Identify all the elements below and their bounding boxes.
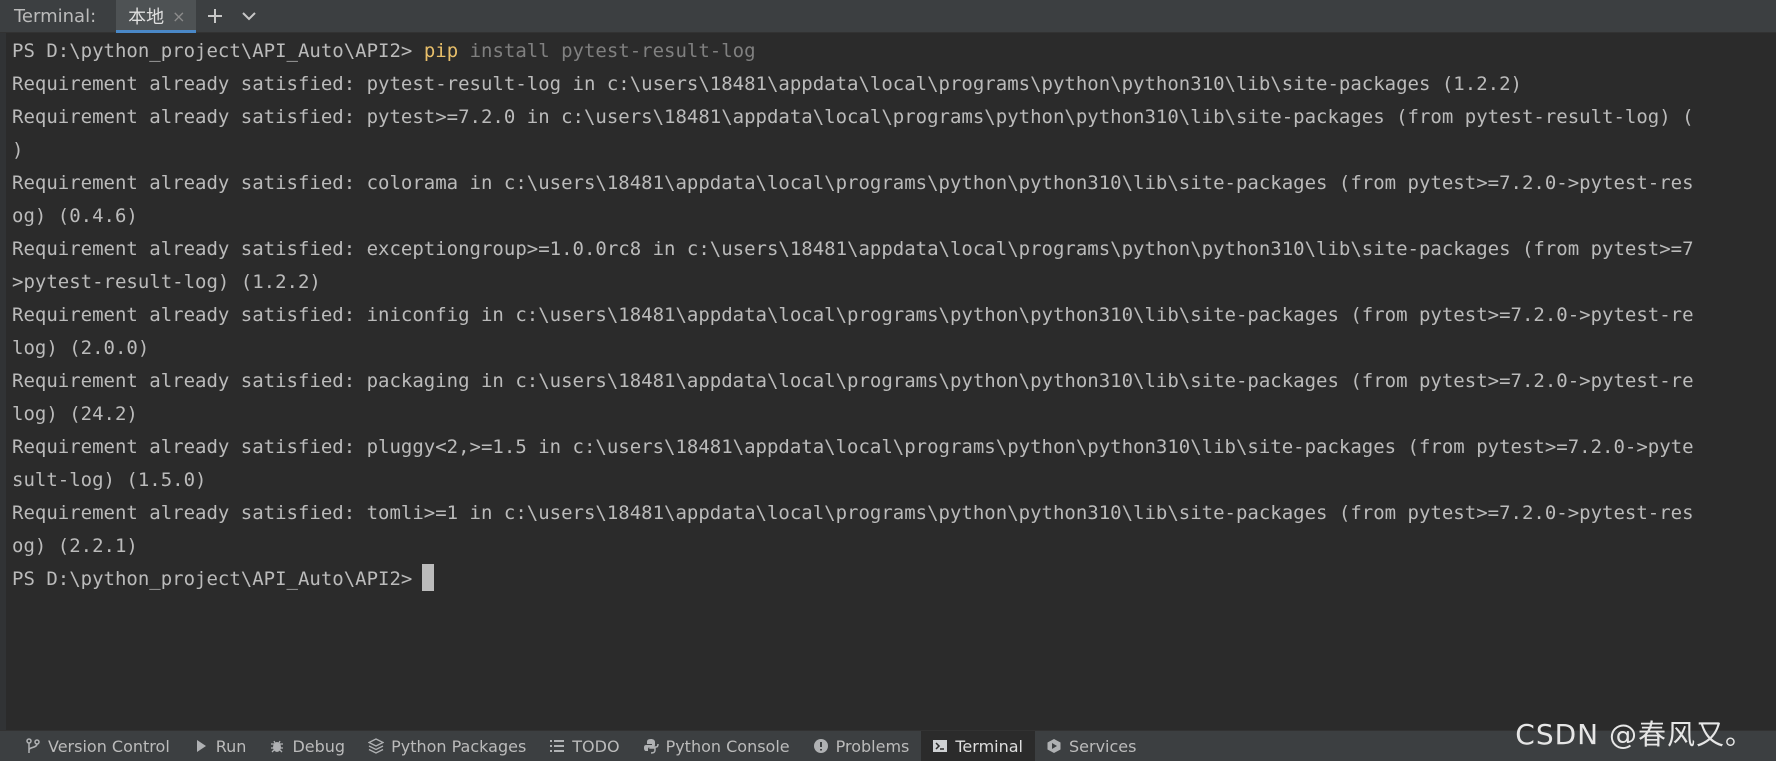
output-line: ): [12, 139, 24, 161]
output-line: log) (24.2): [12, 403, 138, 425]
tool-services[interactable]: Services: [1035, 731, 1148, 761]
output-line: Requirement already satisfied: pytest-re…: [12, 73, 1522, 95]
tool-terminal[interactable]: Terminal: [921, 731, 1035, 761]
tool-version-control[interactable]: Version Control: [14, 731, 182, 761]
terminal-tab-bar: Terminal: 本地 ×: [0, 0, 1776, 33]
command-line: PS D:\python_project\API_Auto\API2> pip …: [12, 35, 1776, 68]
final-prompt-line[interactable]: PS D:\python_project\API_Auto\API2>: [12, 563, 1776, 596]
tool-label: Services: [1069, 736, 1137, 756]
tool-label: Python Console: [665, 736, 790, 756]
tool-python-packages[interactable]: Python Packages: [357, 731, 538, 761]
terminal-output[interactable]: PS D:\python_project\API_Auto\API2> pip …: [0, 33, 1776, 730]
tool-debug[interactable]: Debug: [258, 731, 357, 761]
prompt-text: PS D:\python_project\API_Auto\API2>: [12, 568, 413, 590]
debug-icon: [268, 737, 286, 755]
output-line: >pytest-result-log) (1.2.2): [12, 271, 321, 293]
output-line: Requirement already satisfied: packaging…: [12, 370, 1694, 392]
session-dropdown-button[interactable]: [234, 0, 264, 33]
packages-icon: [367, 737, 385, 755]
tool-window-bar: Version Control Run Debug Python Package…: [0, 730, 1776, 761]
output-line: Requirement already satisfied: pytest>=7…: [12, 106, 1694, 128]
tool-python-console[interactable]: Python Console: [632, 731, 802, 761]
tool-label: Version Control: [48, 736, 170, 756]
tab-local[interactable]: 本地 ×: [116, 0, 196, 33]
command-args: install pytest-result-log: [458, 40, 756, 62]
tool-label: Terminal: [955, 736, 1023, 756]
tool-label: Python Packages: [391, 736, 527, 756]
watermark-text: CSDN @春风又。: [1515, 718, 1754, 751]
tool-label: Run: [215, 736, 247, 756]
version-control-icon: [24, 737, 42, 755]
chevron-down-icon: [241, 12, 256, 21]
output-line: Requirement already satisfied: tomli>=1 …: [12, 502, 1694, 524]
command-name: pip: [423, 40, 459, 62]
tool-problems[interactable]: Problems: [802, 731, 922, 761]
new-session-button[interactable]: [196, 0, 234, 33]
services-icon: [1045, 737, 1063, 755]
output-line: sult-log) (1.5.0): [12, 469, 207, 491]
output-line: og) (2.2.1): [12, 535, 138, 557]
terminal-label: Terminal:: [14, 5, 97, 27]
close-icon[interactable]: ×: [172, 7, 185, 26]
tool-label: Problems: [835, 736, 910, 756]
tool-todo[interactable]: TODO: [538, 731, 631, 761]
problems-icon: [812, 737, 830, 755]
output-line: Requirement already satisfied: colorama …: [12, 172, 1694, 194]
text-cursor: [422, 564, 435, 591]
output-line: og) (0.4.6): [12, 205, 138, 227]
tool-run[interactable]: Run: [182, 731, 259, 761]
ide-terminal-window: Terminal: 本地 × PS D:\python_project\API_…: [0, 0, 1776, 761]
output-line: Requirement already satisfied: pluggy<2,…: [12, 436, 1694, 458]
terminal-icon: [931, 737, 949, 755]
plus-icon: [207, 9, 222, 23]
output-line: Requirement already satisfied: exception…: [12, 238, 1694, 260]
tool-label: Debug: [292, 736, 346, 756]
python-icon: [642, 737, 660, 755]
run-icon: [192, 737, 210, 755]
tool-label: TODO: [572, 736, 620, 756]
todo-icon: [548, 737, 566, 755]
prompt-text: PS D:\python_project\API_Auto\API2>: [12, 40, 424, 62]
tab-local-label: 本地: [128, 7, 165, 28]
output-line: log) (2.0.0): [12, 337, 150, 359]
output-line: Requirement already satisfied: iniconfig…: [12, 304, 1694, 326]
